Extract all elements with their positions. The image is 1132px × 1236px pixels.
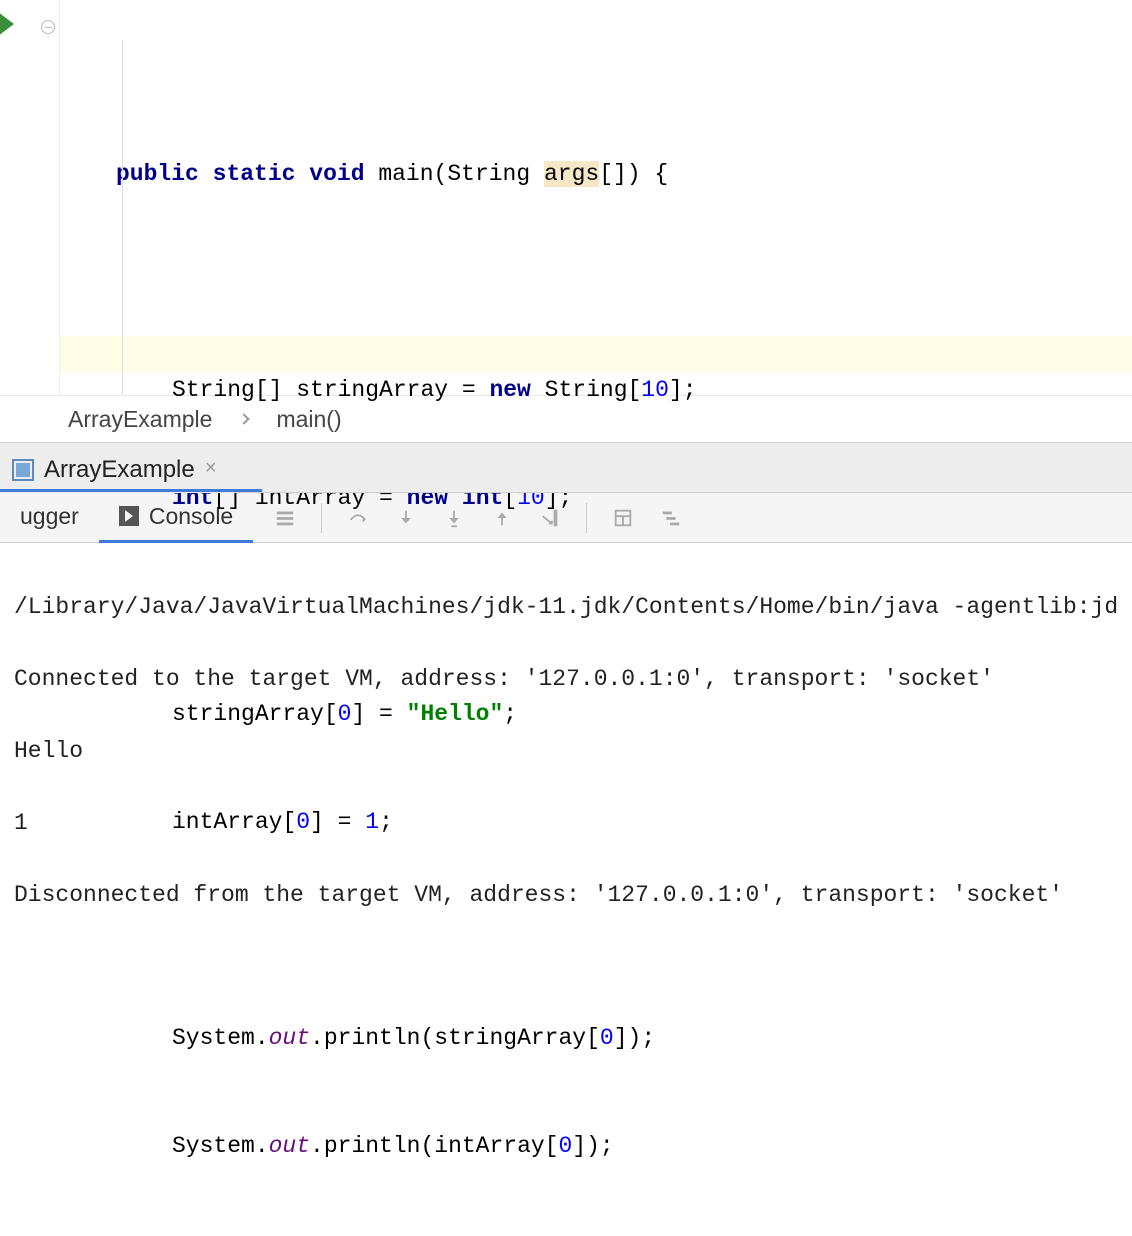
fold-marker-icon[interactable] [41,20,55,34]
text: ; [379,809,393,835]
field: out [269,1025,310,1051]
code-line[interactable] [60,912,1132,948]
type: String [447,161,530,187]
current-line-highlight [60,336,1132,372]
keyword: void [309,161,364,187]
text: String[ [531,377,641,403]
code-line[interactable]: stringArray[0] = "Hello"; [60,696,1132,732]
run-tab-bar: ArrayExample × [0,443,1132,493]
close-icon[interactable]: × [205,458,217,481]
run-gutter-icon[interactable] [0,12,14,36]
indent-guide [122,40,123,395]
brackets: [] [599,161,627,187]
identifier: main [378,161,433,187]
text: String[] stringArray = [172,377,489,403]
string: "Hello" [407,701,504,727]
number: 0 [338,701,352,727]
text: stringArray[ [172,701,338,727]
code-line[interactable]: System.out.println(intArray[0]); [60,1128,1132,1164]
number: 0 [296,809,310,835]
application-icon [12,459,34,481]
output-line: Disconnected from the target VM, address… [14,877,1118,913]
text: ; [503,701,517,727]
code-line[interactable]: String[] stringArray = new String[10]; [60,372,1132,408]
run-config-tab[interactable]: ArrayExample × [0,443,235,493]
text: ]); [572,1133,613,1159]
keyword: static [213,161,296,187]
code-line[interactable]: public static void main(String args[]) { [60,156,1132,192]
text: System. [172,1133,269,1159]
code-line[interactable] [60,588,1132,624]
code-line[interactable] [60,264,1132,300]
number: 0 [559,1133,573,1159]
text: ] = [351,701,406,727]
text: .println(stringArray[ [310,1025,600,1051]
console-play-icon [119,506,139,526]
keyword: new [489,377,530,403]
keyword: public [116,161,199,187]
text: ) { [627,161,668,187]
text: intArray[ [172,809,296,835]
active-tab-underline [0,489,262,492]
text: ] = [310,809,365,835]
run-tab-label: ArrayExample [44,456,195,484]
gutter [0,0,60,395]
number: 0 [600,1025,614,1051]
text: ]); [614,1025,655,1051]
code-block[interactable]: public static void main(String args[]) {… [60,0,1132,395]
number: 1 [365,809,379,835]
highlighted-identifier: args [544,161,599,187]
text: System. [172,1025,269,1051]
number: 10 [641,377,669,403]
code-line[interactable]: System.out.println(stringArray[0]); [60,1020,1132,1056]
field: out [269,1133,310,1159]
text: ]; [669,377,697,403]
code-line[interactable]: intArray[0] = 1; [60,804,1132,840]
text: .println(intArray[ [310,1133,558,1159]
editor-area[interactable]: public static void main(String args[]) {… [0,0,1132,395]
